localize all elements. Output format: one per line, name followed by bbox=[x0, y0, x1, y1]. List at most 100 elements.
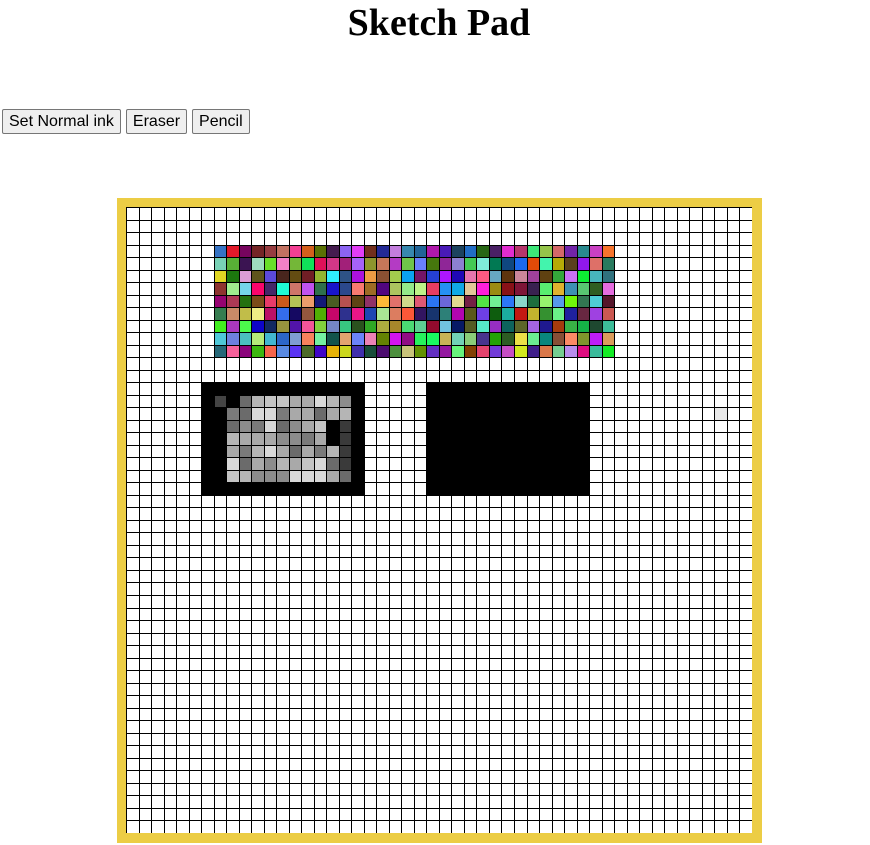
grid-cell[interactable] bbox=[513, 244, 527, 258]
grid-cell[interactable] bbox=[338, 332, 352, 345]
grid-cell[interactable] bbox=[276, 657, 289, 671]
grid-cell[interactable] bbox=[739, 419, 752, 433]
grid-cell[interactable] bbox=[401, 695, 414, 708]
grid-cell[interactable] bbox=[338, 620, 352, 633]
grid-cell[interactable] bbox=[664, 244, 677, 258]
grid-cell[interactable] bbox=[376, 419, 389, 433]
grid-cell[interactable] bbox=[463, 820, 477, 833]
grid-cell[interactable] bbox=[676, 657, 690, 671]
grid-cell[interactable] bbox=[714, 407, 727, 420]
grid-cell[interactable] bbox=[376, 757, 389, 771]
grid-cell[interactable] bbox=[701, 582, 715, 595]
grid-cell[interactable] bbox=[251, 482, 264, 495]
grid-cell[interactable] bbox=[689, 457, 702, 470]
grid-cell[interactable] bbox=[226, 282, 239, 295]
grid-cell[interactable] bbox=[188, 519, 202, 533]
grid-cell[interactable] bbox=[276, 432, 289, 445]
grid-cell[interactable] bbox=[201, 419, 214, 433]
grid-cell[interactable] bbox=[601, 469, 615, 483]
grid-cell[interactable] bbox=[288, 632, 302, 646]
grid-cell[interactable] bbox=[376, 282, 389, 295]
grid-cell[interactable] bbox=[376, 219, 389, 233]
grid-cell[interactable] bbox=[689, 244, 702, 258]
grid-cell[interactable] bbox=[614, 432, 627, 445]
grid-cell[interactable] bbox=[126, 707, 139, 721]
grid-cell[interactable] bbox=[376, 645, 389, 658]
grid-cell[interactable] bbox=[176, 494, 189, 508]
grid-cell[interactable] bbox=[238, 645, 252, 658]
grid-cell[interactable] bbox=[226, 732, 239, 746]
grid-cell[interactable] bbox=[201, 319, 214, 333]
grid-cell[interactable] bbox=[201, 707, 214, 721]
grid-cell[interactable] bbox=[714, 319, 727, 333]
grid-cell[interactable] bbox=[138, 269, 152, 283]
grid-cell[interactable] bbox=[326, 432, 339, 445]
grid-cell[interactable] bbox=[201, 507, 214, 520]
grid-cell[interactable] bbox=[601, 432, 615, 445]
grid-cell[interactable] bbox=[238, 444, 252, 458]
grid-cell[interactable] bbox=[288, 557, 302, 570]
grid-cell[interactable] bbox=[651, 369, 665, 383]
grid-cell[interactable] bbox=[714, 645, 727, 658]
grid-cell[interactable] bbox=[126, 820, 139, 833]
grid-cell[interactable] bbox=[451, 369, 464, 383]
grid-cell[interactable] bbox=[213, 607, 227, 621]
grid-cell[interactable] bbox=[338, 695, 352, 708]
grid-cell[interactable] bbox=[463, 469, 477, 483]
grid-cell[interactable] bbox=[739, 795, 752, 808]
grid-cell[interactable] bbox=[626, 732, 640, 746]
grid-cell[interactable] bbox=[451, 557, 464, 570]
grid-cell[interactable] bbox=[714, 232, 727, 245]
grid-cell[interactable] bbox=[539, 357, 552, 370]
grid-cell[interactable] bbox=[526, 532, 540, 545]
grid-cell[interactable] bbox=[639, 269, 652, 283]
grid-cell[interactable] bbox=[213, 357, 227, 370]
grid-cell[interactable] bbox=[138, 632, 152, 646]
grid-cell[interactable] bbox=[126, 670, 139, 683]
grid-cell[interactable] bbox=[551, 407, 565, 420]
grid-cell[interactable] bbox=[201, 494, 214, 508]
grid-cell[interactable] bbox=[501, 645, 514, 658]
grid-cell[interactable] bbox=[526, 307, 540, 320]
grid-cell[interactable] bbox=[689, 382, 702, 395]
grid-cell[interactable] bbox=[251, 632, 264, 646]
grid-cell[interactable] bbox=[488, 482, 502, 495]
grid-cell[interactable] bbox=[664, 682, 677, 696]
grid-cell[interactable] bbox=[551, 232, 565, 245]
grid-cell[interactable] bbox=[664, 632, 677, 646]
grid-cell[interactable] bbox=[213, 745, 227, 758]
grid-cell[interactable] bbox=[551, 632, 565, 646]
grid-cell[interactable] bbox=[126, 357, 139, 370]
grid-cell[interactable] bbox=[351, 307, 364, 320]
grid-cell[interactable] bbox=[526, 820, 540, 833]
grid-cell[interactable] bbox=[388, 532, 402, 545]
grid-cell[interactable] bbox=[363, 532, 377, 545]
grid-cell[interactable] bbox=[576, 332, 590, 345]
grid-cell[interactable] bbox=[138, 582, 152, 595]
grid-cell[interactable] bbox=[151, 720, 164, 733]
grid-cell[interactable] bbox=[251, 257, 264, 270]
grid-cell[interactable] bbox=[726, 519, 740, 533]
grid-cell[interactable] bbox=[226, 820, 239, 833]
grid-cell[interactable] bbox=[576, 682, 590, 696]
grid-cell[interactable] bbox=[689, 419, 702, 433]
grid-cell[interactable] bbox=[376, 407, 389, 420]
grid-cell[interactable] bbox=[576, 319, 590, 333]
grid-cell[interactable] bbox=[501, 569, 514, 583]
grid-cell[interactable] bbox=[589, 494, 602, 508]
grid-cell[interactable] bbox=[589, 319, 602, 333]
grid-cell[interactable] bbox=[188, 582, 202, 595]
grid-cell[interactable] bbox=[488, 282, 502, 295]
grid-cell[interactable] bbox=[539, 632, 552, 646]
grid-cell[interactable] bbox=[501, 419, 514, 433]
grid-cell[interactable] bbox=[388, 807, 402, 821]
grid-cell[interactable] bbox=[676, 782, 690, 796]
grid-cell[interactable] bbox=[513, 319, 527, 333]
grid-cell[interactable] bbox=[138, 820, 152, 833]
grid-cell[interactable] bbox=[151, 319, 164, 333]
grid-cell[interactable] bbox=[363, 394, 377, 408]
grid-cell[interactable] bbox=[551, 620, 565, 633]
grid-cell[interactable] bbox=[488, 720, 502, 733]
grid-cell[interactable] bbox=[501, 807, 514, 821]
grid-cell[interactable] bbox=[614, 219, 627, 233]
